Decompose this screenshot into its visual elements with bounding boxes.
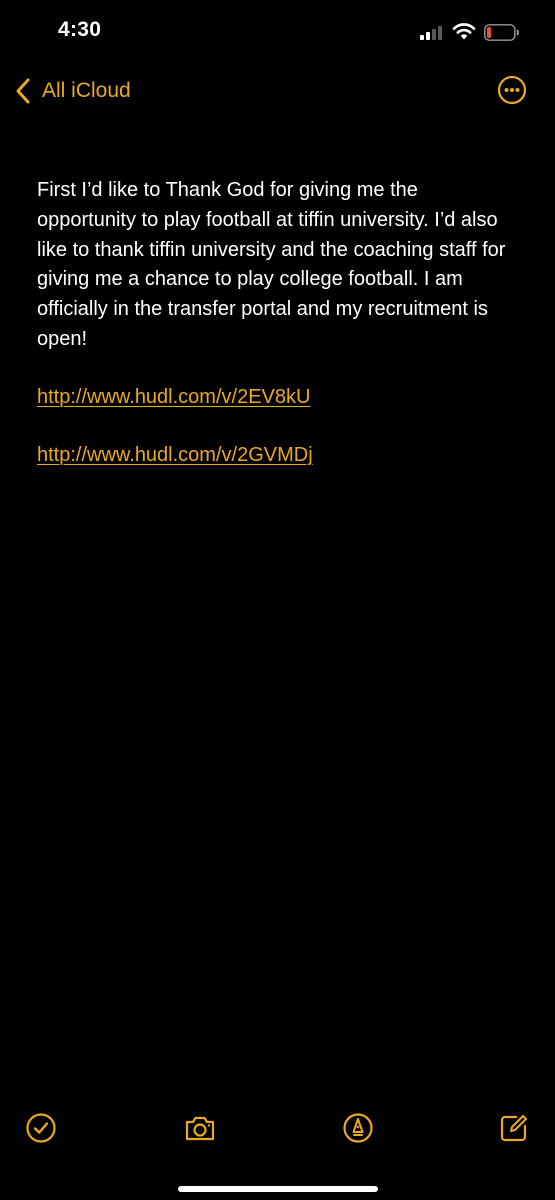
checklist-icon[interactable]: [24, 1111, 58, 1145]
note-body[interactable]: First I’d like to Thank God for giving m…: [37, 176, 507, 470]
back-label: All iCloud: [42, 79, 131, 102]
ellipsis-circle-icon[interactable]: [497, 75, 527, 105]
compose-icon[interactable]: [497, 1111, 531, 1145]
markup-icon[interactable]: [341, 1111, 375, 1145]
hudl-link-1[interactable]: http://www.hudl.com/v/2EV8kU: [37, 383, 507, 413]
status-time: 4:30: [58, 18, 102, 41]
nav-bar: All iCloud: [0, 66, 555, 116]
battery-icon: [484, 24, 519, 41]
wifi-icon: [452, 23, 476, 40]
hudl-link-2[interactable]: http://www.hudl.com/v/2GVMDj: [37, 441, 507, 471]
home-indicator[interactable]: [178, 1186, 378, 1192]
note-paragraph: First I’d like to Thank God for giving m…: [37, 179, 506, 350]
bottom-toolbar: [0, 1105, 555, 1150]
chevron-left-icon: [16, 78, 30, 104]
camera-icon[interactable]: [183, 1111, 217, 1145]
status-bar: 4:30: [0, 0, 555, 66]
back-button[interactable]: All iCloud: [14, 76, 131, 106]
cellular-signal-icon: [420, 26, 442, 40]
